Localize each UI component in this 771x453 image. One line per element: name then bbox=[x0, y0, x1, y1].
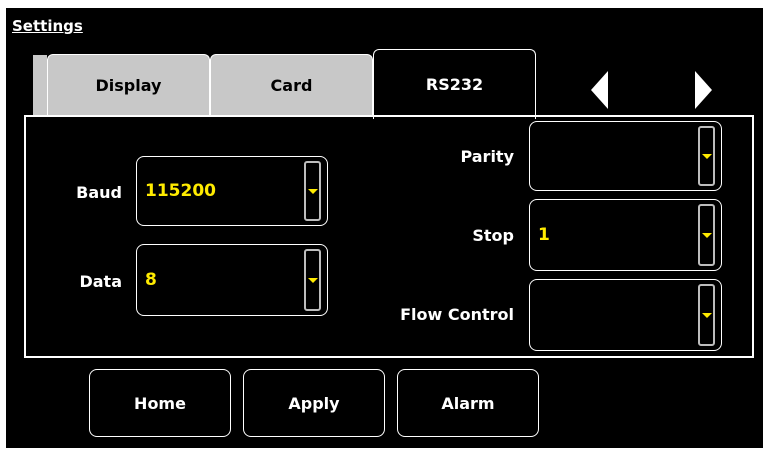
baud-value: 115200 bbox=[145, 181, 216, 201]
data-label: Data bbox=[79, 272, 122, 291]
tab-card[interactable]: Card bbox=[210, 54, 373, 116]
flow-control-dropdown[interactable] bbox=[529, 279, 722, 351]
baud-dropdown[interactable]: 115200 bbox=[136, 156, 328, 226]
apply-button[interactable]: Apply bbox=[243, 369, 385, 437]
triangle-right-icon[interactable] bbox=[695, 71, 712, 109]
triangle-left-icon[interactable] bbox=[591, 71, 608, 109]
tab-display[interactable]: Display bbox=[47, 54, 210, 116]
dropdown-arrow-icon[interactable] bbox=[698, 204, 715, 266]
page-title: Settings bbox=[12, 17, 83, 35]
baud-label: Baud bbox=[76, 183, 122, 202]
flow-control-label: Flow Control bbox=[400, 305, 514, 324]
data-dropdown[interactable]: 8 bbox=[136, 244, 328, 316]
settings-screen: Settings Display Card RS232 Baud 115200 … bbox=[6, 8, 763, 448]
data-value: 8 bbox=[145, 270, 157, 290]
stop-label: Stop bbox=[472, 226, 514, 245]
stop-value: 1 bbox=[538, 225, 550, 245]
parity-label: Parity bbox=[460, 147, 514, 166]
alarm-button[interactable]: Alarm bbox=[397, 369, 539, 437]
stop-dropdown[interactable]: 1 bbox=[529, 199, 722, 271]
dropdown-arrow-icon[interactable] bbox=[698, 126, 715, 186]
dropdown-arrow-icon[interactable] bbox=[304, 161, 321, 221]
dropdown-arrow-icon[interactable] bbox=[304, 249, 321, 311]
tab-rs232[interactable]: RS232 bbox=[373, 49, 536, 119]
parity-dropdown[interactable] bbox=[529, 121, 722, 191]
home-button[interactable]: Home bbox=[89, 369, 231, 437]
dropdown-arrow-icon[interactable] bbox=[698, 284, 715, 346]
tab-scroll-stub[interactable] bbox=[33, 55, 48, 116]
